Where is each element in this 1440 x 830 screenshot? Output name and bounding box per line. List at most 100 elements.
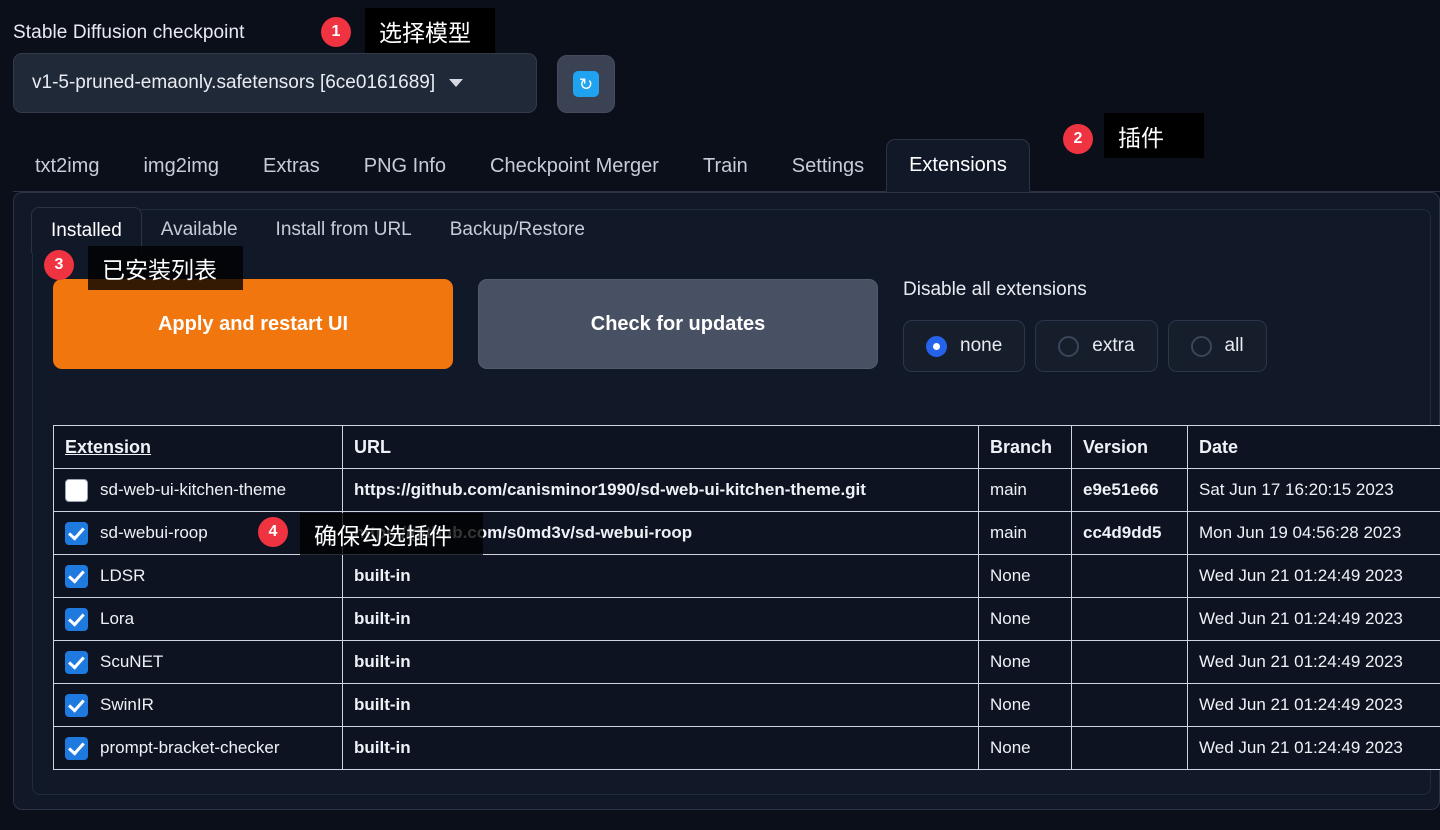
annotation-badge-2: 2 [1063, 124, 1093, 154]
annotation-badge-1: 1 [321, 17, 351, 47]
extension-enabled-checkbox[interactable] [65, 736, 88, 760]
radio-label-none: none [960, 335, 1003, 356]
radio-option-extra[interactable]: extra [1035, 320, 1158, 372]
extension-version-cell [1071, 554, 1188, 598]
table-row: Lora built-in None Wed Jun 21 01:24:49 2023 [53, 597, 1440, 641]
extension-url-cell[interactable]: built-in [342, 554, 979, 598]
annotation-tooltip-3: 已安装列表 [88, 246, 243, 290]
disable-all-extensions-radio-group: none extra all [903, 320, 1267, 372]
extension-url-cell[interactable]: built-in [342, 726, 979, 770]
extension-name-cell: ScuNET [53, 640, 343, 684]
column-header-date[interactable]: Date [1187, 425, 1440, 469]
checkpoint-label: Stable Diffusion checkpoint [13, 22, 245, 43]
extension-name: Lora [100, 609, 135, 628]
extension-date-cell: Wed Jun 21 01:24:49 2023 [1187, 683, 1440, 727]
radio-label-extra: extra [1092, 335, 1135, 356]
column-header-version[interactable]: Version [1071, 425, 1188, 469]
extension-url-cell[interactable]: built-in [342, 597, 979, 641]
subtab-backup-restore[interactable]: Backup/Restore [431, 207, 604, 253]
radio-option-all[interactable]: all [1167, 320, 1267, 372]
refresh-icon: ↻ [573, 71, 599, 97]
tab-train[interactable]: Train [681, 140, 770, 192]
radio-dot-icon [926, 335, 947, 357]
extension-date-cell: Mon Jun 19 04:56:28 2023 [1187, 511, 1440, 555]
extensions-table-container[interactable]: Extension URL Branch Version Date sd-web… [53, 425, 1440, 772]
extension-version-cell [1071, 640, 1188, 684]
extension-name: LDSR [100, 566, 146, 585]
extension-version-cell: e9e51e66 [1071, 468, 1188, 512]
extension-branch-cell: None [978, 554, 1072, 598]
extension-url-cell[interactable]: https://github.com/canisminor1990/sd-web… [342, 468, 979, 512]
extension-url-cell[interactable]: built-in [342, 640, 979, 684]
tab-img2img[interactable]: img2img [121, 140, 241, 192]
extension-enabled-checkbox[interactable] [65, 478, 88, 502]
extension-branch-cell: None [978, 726, 1072, 770]
radio-option-none[interactable]: none [903, 320, 1026, 372]
extension-enabled-checkbox[interactable] [65, 693, 88, 717]
main-tab-bar: txt2img img2img Extras PNG Info Checkpoi… [13, 139, 1440, 192]
extension-name: ScuNET [100, 652, 164, 671]
checkpoint-dropdown[interactable]: v1-5-pruned-emaonly.safetensors [6ce0161… [13, 53, 537, 113]
extension-version-cell [1071, 726, 1188, 770]
check-for-updates-button[interactable]: Check for updates [478, 279, 878, 369]
extension-version-cell [1071, 683, 1188, 727]
extension-branch-cell: None [978, 683, 1072, 727]
tab-extensions[interactable]: Extensions [886, 139, 1030, 192]
extension-branch-cell: None [978, 640, 1072, 684]
extension-enabled-checkbox[interactable] [65, 650, 88, 674]
extension-enabled-checkbox[interactable] [65, 607, 88, 631]
annotation-tooltip-2: 插件 [1104, 113, 1204, 158]
extension-date-cell: Wed Jun 21 01:24:49 2023 [1187, 640, 1440, 684]
table-body: sd-web-ui-kitchen-theme https://github.co… [53, 468, 1440, 770]
extension-date-cell: Wed Jun 21 01:24:49 2023 [1187, 597, 1440, 641]
extension-branch-cell: None [978, 597, 1072, 641]
extension-version-cell [1071, 597, 1188, 641]
column-header-branch[interactable]: Branch [978, 425, 1072, 469]
refresh-checkpoints-button[interactable]: ↻ [557, 55, 615, 113]
radio-dot-icon [1190, 335, 1212, 357]
annotation-tooltip-4: 确保勾选插件 [300, 513, 483, 555]
disable-all-extensions-label: Disable all extensions [903, 279, 1087, 300]
extension-branch-cell: main [978, 511, 1072, 555]
column-header-url[interactable]: URL [342, 425, 979, 469]
extension-date-cell: Wed Jun 21 01:24:49 2023 [1187, 726, 1440, 770]
tab-extras[interactable]: Extras [241, 140, 342, 192]
radio-label-all: all [1224, 335, 1244, 356]
extension-name-cell: prompt-bracket-checker [53, 726, 343, 770]
extension-name-cell: LDSR [53, 554, 343, 598]
table-header-row: Extension URL Branch Version Date [53, 425, 1440, 469]
tab-png-info[interactable]: PNG Info [342, 140, 468, 192]
app-root: Stable Diffusion checkpoint v1-5-pruned-… [0, 0, 1440, 830]
annotation-badge-4: 4 [258, 517, 288, 547]
extension-enabled-checkbox[interactable] [65, 564, 88, 588]
extension-name: sd-webui-roop [100, 523, 208, 542]
annotation-tooltip-1: 选择模型 [365, 8, 495, 53]
apply-and-restart-ui-button[interactable]: Apply and restart UI [53, 279, 453, 369]
subtab-install-from-url[interactable]: Install from URL [257, 207, 431, 253]
extension-name-cell: SwinIR [53, 683, 343, 727]
extensions-table: Extension URL Branch Version Date sd-web… [53, 425, 1440, 770]
extension-name-cell: sd-web-ui-kitchen-theme [53, 468, 343, 512]
extension-date-cell: Wed Jun 21 01:24:49 2023 [1187, 554, 1440, 598]
extension-name: prompt-bracket-checker [100, 738, 280, 757]
annotation-badge-3: 3 [44, 250, 74, 280]
extension-name: sd-web-ui-kitchen-theme [100, 480, 287, 499]
tab-settings[interactable]: Settings [770, 140, 886, 192]
chevron-down-icon [449, 79, 464, 87]
extension-enabled-checkbox[interactable] [65, 521, 88, 545]
tab-txt2img[interactable]: txt2img [13, 140, 121, 192]
column-header-extension[interactable]: Extension [53, 425, 343, 469]
table-row: SwinIR built-in None Wed Jun 21 01:24:49 20… [53, 683, 1440, 727]
extension-name-cell: Lora [53, 597, 343, 641]
tab-checkpoint-merger[interactable]: Checkpoint Merger [468, 140, 681, 192]
extension-url-cell[interactable]: built-in [342, 683, 979, 727]
extension-date-cell: Sat Jun 17 16:20:15 2023 [1187, 468, 1440, 512]
table-header: Extension URL Branch Version Date [53, 425, 1440, 469]
table-row: LDSR built-in None Wed Jun 21 01:24:49 2023 [53, 554, 1440, 598]
table-row: prompt-bracket-checker built-in None Wed Ju… [53, 726, 1440, 770]
radio-dot-icon [1058, 335, 1080, 357]
extension-name: SwinIR [100, 695, 154, 714]
checkpoint-value: v1-5-pruned-emaonly.safetensors [6ce0161… [32, 72, 436, 93]
table-row: ScuNET built-in None Wed Jun 21 01:24:49 20… [53, 640, 1440, 684]
table-row: sd-web-ui-kitchen-theme https://github.co… [53, 468, 1440, 512]
